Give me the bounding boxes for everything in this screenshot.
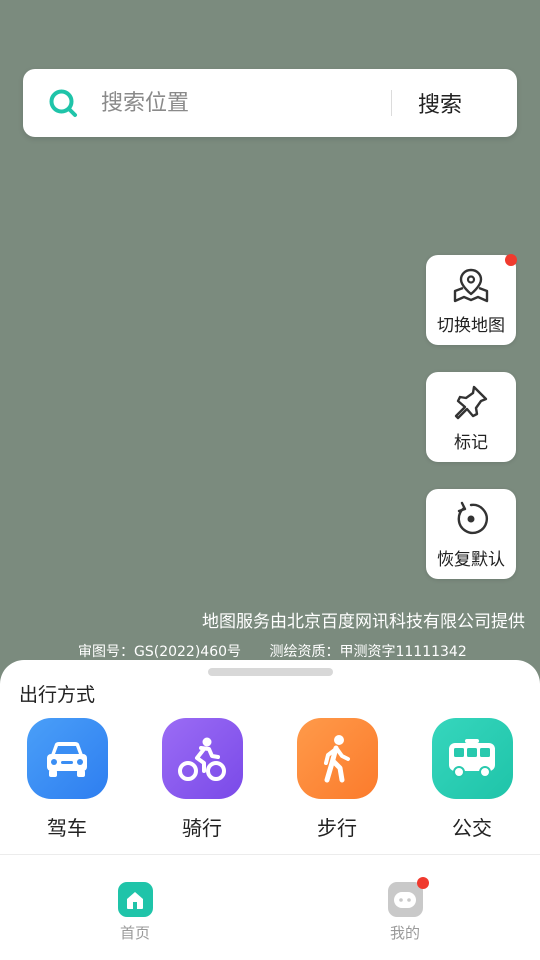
- mode-drive-label: 驾车: [47, 816, 87, 840]
- mark-button[interactable]: 标记: [426, 372, 516, 462]
- bicycle-icon: [161, 718, 243, 799]
- notification-dot: [416, 877, 429, 889]
- search-divider: [391, 90, 392, 116]
- search-input[interactable]: [101, 83, 391, 123]
- search-button[interactable]: 搜索: [418, 87, 462, 119]
- map-pin-icon: [451, 265, 491, 305]
- notification-dot: [505, 254, 517, 266]
- mode-bike[interactable]: 骑行: [152, 718, 252, 841]
- nav-home-label: 首页: [119, 924, 150, 942]
- reset-label: 恢复默认: [437, 549, 505, 570]
- mode-bus[interactable]: 公交: [422, 718, 522, 841]
- profile-icon: [387, 877, 429, 917]
- travel-title: 出行方式: [19, 684, 96, 706]
- home-icon: [117, 882, 153, 917]
- bottom-nav: 首页 我的: [0, 855, 540, 960]
- approval-number: 审图号：GS(2022)460号: [78, 644, 242, 660]
- reset-icon: [451, 499, 491, 539]
- car-icon: [26, 718, 108, 799]
- map-attribution: 地图服务由北京百度网讯科技有限公司提供: [202, 612, 525, 632]
- bus-icon: [431, 718, 513, 799]
- search-bar: 搜索: [23, 69, 517, 137]
- mode-bus-label: 公交: [452, 816, 492, 840]
- switch-map-label: 切换地图: [437, 315, 505, 336]
- mode-walk-label: 步行: [317, 816, 357, 840]
- mark-label: 标记: [454, 432, 488, 453]
- switch-map-button[interactable]: 切换地图: [426, 254, 517, 345]
- drag-handle[interactable]: [208, 668, 333, 676]
- search-icon: [47, 87, 79, 119]
- nav-mine-label: 我的: [389, 924, 420, 942]
- reset-button[interactable]: 恢复默认: [426, 489, 516, 579]
- mode-walk[interactable]: 步行: [287, 718, 387, 841]
- nav-home[interactable]: 首页: [95, 882, 175, 943]
- survey-qualification: 测绘资质：甲测资字11111342: [269, 644, 467, 660]
- travel-mode-sheet: 出行方式 驾车 骑行 步行 公交: [0, 660, 540, 855]
- walking-icon: [296, 718, 378, 799]
- pushpin-icon: [451, 382, 491, 422]
- map-approval: 审图号：GS(2022)460号 测绘资质：甲测资字11111342: [78, 641, 467, 661]
- travel-modes: 驾车 骑行 步行 公交: [0, 718, 540, 848]
- mode-drive[interactable]: 驾车: [17, 718, 117, 841]
- mode-bike-label: 骑行: [182, 816, 222, 840]
- nav-mine[interactable]: 我的: [365, 877, 445, 943]
